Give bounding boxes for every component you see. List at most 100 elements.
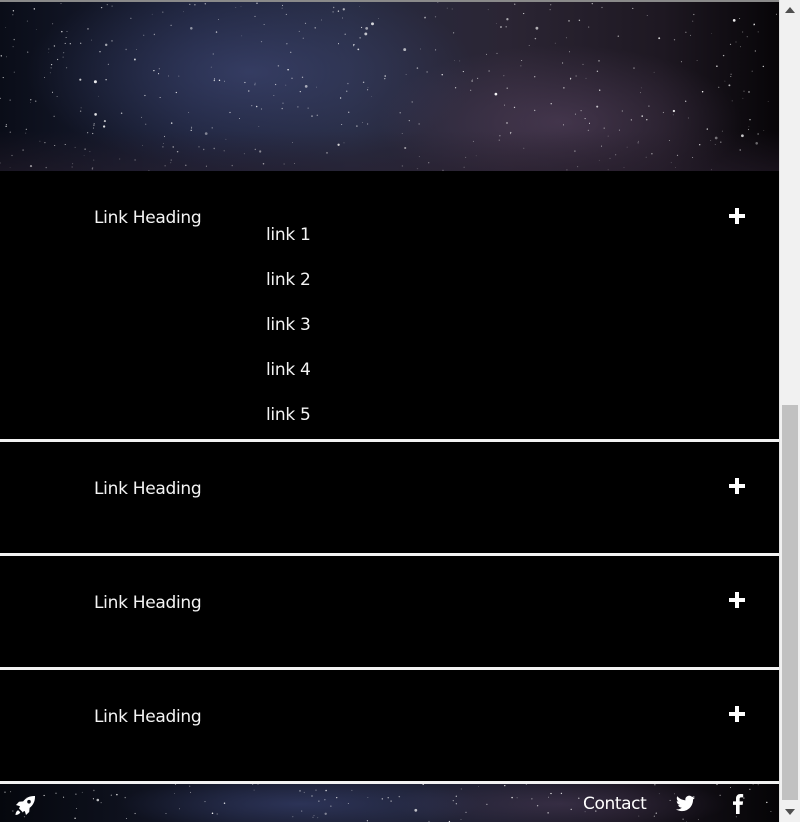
link-heading-1[interactable]: Link Heading (94, 208, 202, 228)
scroll-up-arrow-icon[interactable] (780, 0, 800, 18)
star (153, 69, 155, 72)
star (92, 127, 95, 129)
star (729, 43, 732, 46)
star (178, 75, 180, 77)
star (753, 25, 755, 26)
star (66, 31, 68, 32)
star (332, 11, 334, 13)
plus-icon[interactable] (729, 208, 745, 224)
star (763, 130, 765, 131)
star (254, 84, 256, 86)
star (697, 819, 699, 821)
star (133, 58, 136, 61)
star (75, 793, 77, 795)
star (337, 43, 340, 45)
star (56, 96, 58, 97)
star (465, 811, 467, 814)
star (371, 22, 374, 26)
sublink-4[interactable]: link 4 (266, 360, 311, 380)
link-heading-3[interactable]: Link Heading (94, 593, 202, 613)
star (87, 28, 89, 30)
star (598, 159, 600, 161)
star (277, 65, 280, 67)
contact-link[interactable]: Contact (583, 794, 647, 814)
scroll-down-arrow-icon[interactable] (780, 804, 800, 822)
star (347, 802, 349, 804)
star (45, 166, 47, 169)
star (455, 803, 457, 805)
sublink-2[interactable]: link 2 (266, 270, 311, 290)
sublink-5[interactable]: link 5 (266, 405, 311, 425)
star (304, 85, 308, 88)
star (111, 40, 113, 42)
star (701, 91, 704, 93)
star (437, 2, 439, 3)
scrollbar-thumb[interactable] (782, 405, 798, 800)
plus-icon[interactable] (729, 592, 745, 608)
star (766, 801, 768, 804)
star (451, 8, 453, 10)
star (460, 819, 462, 821)
star (496, 52, 498, 54)
star (739, 149, 741, 151)
star (124, 796, 126, 799)
link-heading-2[interactable]: Link Heading (94, 479, 202, 499)
star (706, 128, 708, 130)
star (163, 143, 164, 144)
star (588, 122, 591, 124)
star (687, 117, 689, 119)
starfield (0, 2, 777, 171)
star (189, 3, 191, 6)
star (535, 26, 539, 30)
vertical-scrollbar[interactable] (779, 0, 800, 822)
star (673, 39, 676, 41)
star (732, 19, 736, 22)
star (569, 77, 572, 80)
star (488, 70, 490, 72)
star (762, 65, 764, 68)
star (212, 53, 214, 55)
sublink-3[interactable]: link 3 (266, 315, 311, 335)
star (399, 112, 401, 114)
star (176, 150, 179, 153)
plus-icon[interactable] (729, 478, 745, 494)
star (93, 80, 97, 84)
star (685, 100, 687, 102)
star (630, 119, 632, 121)
star (516, 797, 518, 799)
star (446, 7, 448, 9)
star (640, 92, 641, 94)
star (582, 63, 584, 65)
star (670, 162, 672, 164)
star (255, 105, 258, 108)
star (718, 86, 720, 88)
star (676, 154, 679, 157)
star (204, 801, 206, 803)
star (72, 163, 74, 165)
star (565, 37, 567, 39)
twitter-icon[interactable] (676, 795, 695, 812)
plus-icon[interactable] (729, 706, 745, 722)
star (472, 140, 474, 142)
facebook-icon[interactable] (732, 794, 744, 814)
star (460, 788, 462, 790)
star (563, 124, 564, 126)
link-heading-4[interactable]: Link Heading (94, 707, 202, 727)
sublink-1[interactable]: link 1 (266, 225, 311, 245)
star (141, 116, 143, 118)
star (55, 792, 57, 794)
star (291, 77, 293, 79)
star (311, 795, 313, 797)
star (716, 784, 718, 786)
star (499, 135, 501, 137)
star (669, 799, 671, 801)
star (307, 107, 309, 109)
star (54, 144, 56, 147)
star (361, 26, 363, 29)
star (93, 159, 95, 161)
rocket-icon[interactable] (13, 794, 37, 818)
star (217, 19, 219, 20)
star (254, 15, 256, 17)
star (685, 31, 687, 33)
star (554, 42, 556, 44)
